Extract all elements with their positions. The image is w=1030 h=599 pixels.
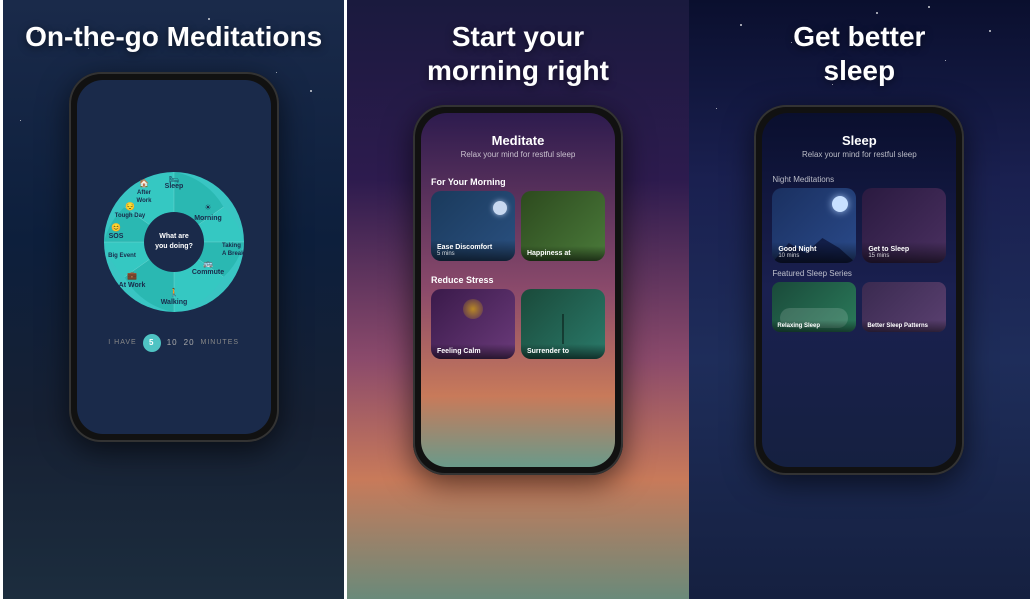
phone-outer-1: What are you doing? Sleep 🛏 Morning ☀ Ta… [69, 72, 279, 442]
stress-cards-row: Feeling Calm Surrender to [421, 289, 615, 359]
card-good-night-content: Good Night 10 mins [772, 242, 856, 263]
svg-text:🚶: 🚶 [169, 287, 179, 297]
card-feeling-calm-content: Feeling Calm [431, 344, 515, 359]
svg-text:Commute: Commute [192, 269, 224, 276]
phone-outer-2: Meditate Relax your mind for restful sle… [413, 105, 623, 475]
section-stress-label: Reduce Stress [421, 267, 615, 289]
card-good-night-duration: 10 mins [778, 253, 850, 259]
svg-text:Walking: Walking [160, 299, 187, 306]
featured-cards-row: Relaxing Sleep Better Sleep Patterns [762, 282, 956, 332]
panel-meditations: On-the-go Meditations [0, 0, 347, 599]
phone-frame-1: What are you doing? Sleep 🛏 Morning ☀ Ta… [69, 72, 279, 442]
phone-screen-2: Meditate Relax your mind for restful sle… [421, 113, 615, 467]
screen-3-title: Sleep [774, 133, 944, 148]
phone-frame-2: Meditate Relax your mind for restful sle… [413, 105, 623, 475]
time-10: 10 [167, 338, 178, 347]
wheel-svg: What are you doing? Sleep 🛏 Morning ☀ Ta… [94, 162, 254, 322]
panel-morning: Start yourmorning right Meditate Relax y… [347, 0, 688, 599]
card-better-sleep[interactable]: Better Sleep Patterns [862, 282, 946, 332]
panel-3-title: Get bettersleep [773, 0, 945, 97]
screen-2-subtitle: Relax your mind for restful sleep [433, 150, 603, 159]
card-get-to-sleep[interactable]: Get to Sleep 15 mins [862, 188, 946, 263]
time-5[interactable]: 5 [143, 334, 161, 352]
screen-3-header: Sleep Relax your mind for restful sleep [762, 113, 956, 169]
screen-3-subtitle: Relax your mind for restful sleep [774, 150, 944, 159]
svg-text:☀: ☀ [204, 203, 211, 212]
card-feeling-calm-title: Feeling Calm [437, 348, 509, 355]
card-good-night-title: Good Night [778, 246, 850, 253]
time-bar: I HAVE 5 10 20 MINUTES [108, 334, 239, 352]
time-suffix: MINUTES [201, 339, 240, 346]
night-cards-row: Good Night 10 mins Get to Sleep 15 mins [762, 188, 956, 263]
screen-2-header: Meditate Relax your mind for restful sle… [421, 113, 615, 169]
card-happiness-title: Happiness at [527, 250, 599, 257]
card-surrender-title: Surrender to [527, 348, 599, 355]
card-ease-discomfort[interactable]: Ease Discomfort 5 mins [431, 191, 515, 261]
time-20: 20 [184, 338, 195, 347]
phone-screen-1: What are you doing? Sleep 🛏 Morning ☀ Ta… [77, 80, 271, 434]
svg-text:SOS: SOS [108, 233, 123, 240]
svg-text:😔: 😔 [125, 202, 135, 211]
moon-icon [493, 201, 507, 215]
card-good-night[interactable]: Good Night 10 mins [772, 188, 856, 263]
svg-text:you doing?: you doing? [155, 243, 193, 250]
card-get-to-sleep-title: Get to Sleep [868, 246, 940, 253]
card-happiness-content: Happiness at [521, 246, 605, 261]
phone-outer-3: Sleep Relax your mind for restful sleep … [754, 105, 964, 475]
phone-screen-3: Sleep Relax your mind for restful sleep … [762, 113, 956, 467]
svg-text:After: After [137, 190, 152, 196]
svg-text:🏠: 🏠 [139, 179, 149, 188]
svg-text:😊: 😊 [111, 223, 121, 232]
card-ease-content: Ease Discomfort 5 mins [431, 240, 515, 261]
svg-text:Taking: Taking [222, 243, 241, 249]
svg-text:What are: What are [159, 233, 189, 240]
phone-frame-3: Sleep Relax your mind for restful sleep … [754, 105, 964, 475]
svg-text:Big Event: Big Event [108, 253, 136, 259]
panel-1-title: On-the-go Meditations [5, 0, 342, 64]
card-surrender-content: Surrender to [521, 344, 605, 359]
morning-cards-row: Ease Discomfort 5 mins Happiness at [421, 191, 615, 261]
svg-text:Morning: Morning [194, 215, 222, 222]
time-prefix: I HAVE [108, 339, 136, 346]
svg-text:💼: 💼 [127, 271, 137, 280]
card-ease-title: Ease Discomfort [437, 244, 509, 251]
svg-text:At Work: At Work [118, 282, 145, 289]
card-relaxing-sleep-title: Relaxing Sleep [777, 323, 851, 329]
svg-text:🚌: 🚌 [203, 259, 213, 268]
screen-2-title: Meditate [433, 133, 603, 148]
svg-text:Tough Day: Tough Day [114, 213, 145, 219]
svg-text:A Break: A Break [222, 251, 245, 257]
svg-text:Sleep: Sleep [164, 183, 183, 190]
night-meditations-label: Night Meditations [762, 169, 956, 188]
wheel-container: What are you doing? Sleep 🛏 Morning ☀ Ta… [77, 80, 271, 434]
card-get-to-sleep-content: Get to Sleep 15 mins [862, 242, 946, 263]
card-happiness[interactable]: Happiness at [521, 191, 605, 261]
card-ease-duration: 5 mins [437, 251, 509, 257]
svg-text:🛏: 🛏 [169, 175, 179, 184]
card-relaxing-sleep[interactable]: Relaxing Sleep [772, 282, 856, 332]
panel-2-title: Start yourmorning right [407, 0, 629, 97]
card-get-to-sleep-duration: 15 mins [868, 253, 940, 259]
featured-sleep-label: Featured Sleep Series [762, 263, 956, 282]
section-morning-label: For Your Morning [421, 169, 615, 191]
card-better-sleep-title: Better Sleep Patterns [867, 323, 941, 329]
meditation-wheel: What are you doing? Sleep 🛏 Morning ☀ Ta… [94, 162, 254, 322]
card-feeling-calm[interactable]: Feeling Calm [431, 289, 515, 359]
card-surrender[interactable]: Surrender to [521, 289, 605, 359]
svg-text:Work: Work [136, 198, 152, 204]
panel-sleep: Get bettersleep Sleep Relax your mind fo… [689, 0, 1030, 599]
